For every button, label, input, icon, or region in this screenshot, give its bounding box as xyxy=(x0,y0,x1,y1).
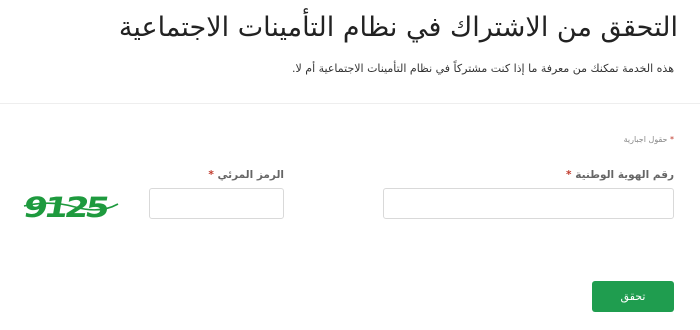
national-id-label: رقم الهوية الوطنية * xyxy=(566,169,674,181)
required-note-text: حقول اجبارية xyxy=(623,135,668,144)
captcha-text: 9125 xyxy=(21,191,111,222)
captcha-label-text: الرمز المرئي xyxy=(217,169,284,181)
captcha-input[interactable] xyxy=(149,188,284,219)
captcha-label: الرمز المرئي * xyxy=(208,169,284,181)
national-id-input[interactable] xyxy=(383,188,674,219)
page-description: هذه الخدمة تمكنك من معرفة ما إذا كنت مشت… xyxy=(292,62,674,75)
required-marker: * xyxy=(670,135,674,144)
required-marker: * xyxy=(208,169,214,181)
national-id-label-text: رقم الهوية الوطنية xyxy=(575,169,674,181)
section-divider xyxy=(0,103,700,104)
verify-button[interactable]: تحقق xyxy=(592,281,674,312)
required-fields-note: * حقول اجبارية xyxy=(624,135,674,144)
captcha-image: 9125 xyxy=(21,191,119,222)
required-marker: * xyxy=(566,169,572,181)
page-title: التحقق من الاشتراك في نظام التأمينات الا… xyxy=(118,12,678,43)
